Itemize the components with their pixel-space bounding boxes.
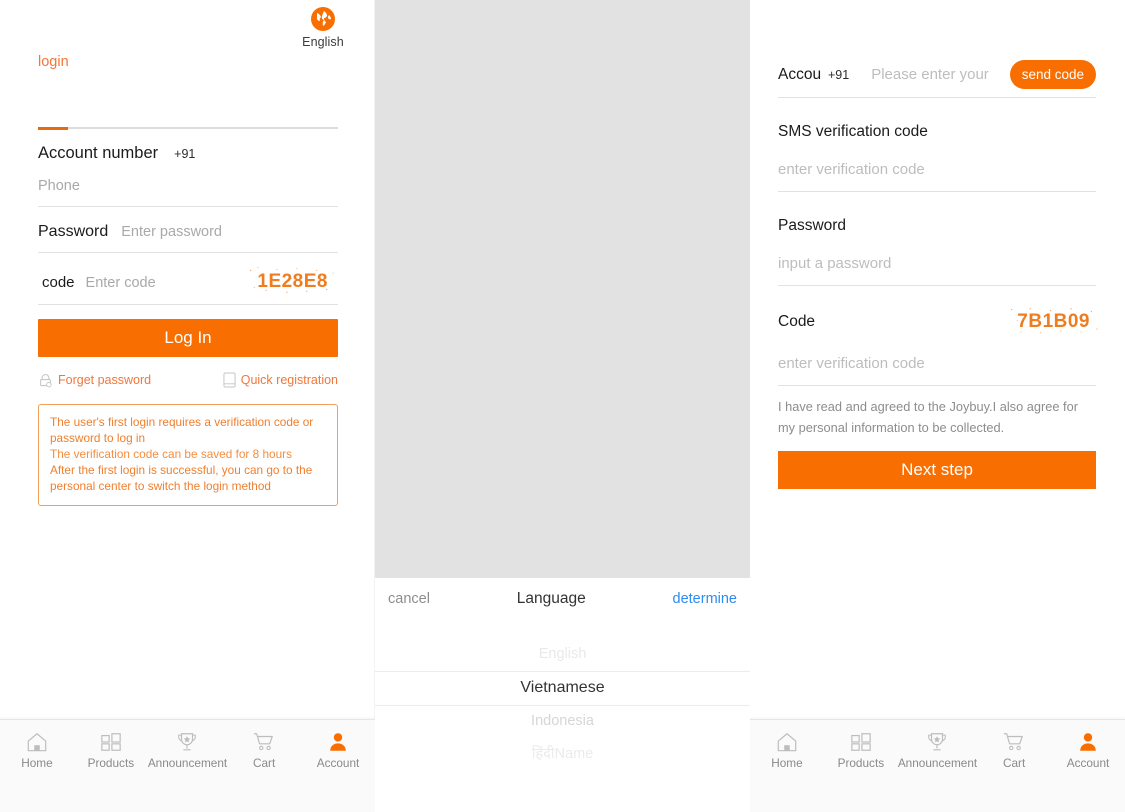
- tab-products-label: Products: [87, 756, 135, 770]
- account-row: Account number +91: [38, 134, 338, 165]
- screenshot-root: English login Account number +91 Phone P…: [0, 0, 1125, 812]
- home-icon: [777, 733, 797, 752]
- language-switcher[interactable]: English: [293, 6, 353, 49]
- tab-cart-label: Cart: [252, 756, 276, 770]
- tab-announcement-label: Announcement: [897, 756, 978, 770]
- code-label: code: [42, 273, 75, 291]
- panel-language-picker: English login Account number +91 Phone P…: [375, 0, 750, 812]
- cart-icon: [1004, 733, 1023, 751]
- tab-products[interactable]: Products: [824, 731, 898, 770]
- phone-field[interactable]: Phone: [38, 165, 338, 207]
- tab-cart-label: Cart: [1002, 756, 1026, 770]
- quick-registration-link[interactable]: Quick registration: [223, 372, 338, 388]
- register-account-label: Accou: [778, 65, 822, 83]
- note-line-1: The user's first login requires a verifi…: [50, 415, 314, 445]
- password-field[interactable]: Password Enter password: [38, 207, 338, 253]
- language-label: English: [302, 35, 344, 49]
- picker-toolbar: cancel Language determine: [375, 578, 750, 608]
- tab-home-label: Home: [21, 756, 53, 770]
- tab-products[interactable]: Products: [74, 731, 148, 770]
- account-label: Account number: [38, 144, 159, 162]
- bottom-tab-bar: Home Products Announcement Cart Account: [0, 719, 375, 812]
- tab-account-label: Account: [316, 756, 360, 770]
- forget-password-label: Forget password: [58, 373, 152, 387]
- tab-account[interactable]: Account: [1051, 731, 1125, 770]
- register-captcha-image[interactable]: 7B1B09: [1011, 308, 1098, 335]
- tab-announcement-label: Announcement: [147, 756, 228, 770]
- picker-option-english[interactable]: English: [375, 638, 750, 671]
- tab-account[interactable]: Account: [301, 731, 375, 770]
- register-account-row[interactable]: Accou +91 Please enter your send code: [778, 60, 1096, 98]
- picker-option-vietnamese[interactable]: Vietnamese: [375, 671, 750, 705]
- login-form: Account number +91 Phone Password Enter …: [38, 134, 338, 506]
- picker-cancel-button[interactable]: cancel: [388, 591, 430, 607]
- picker-selection-line-bottom: [375, 705, 750, 706]
- mobile-phone-icon: [223, 372, 236, 388]
- picker-option-indonesia[interactable]: Indonesia: [375, 705, 750, 738]
- login-note-box: The user's first login requires a verifi…: [38, 404, 338, 506]
- page-title: login: [38, 54, 69, 70]
- quick-registration-label: Quick registration: [240, 373, 338, 387]
- picker-selection-line-top: [375, 671, 750, 672]
- tab-cart[interactable]: Cart: [227, 731, 301, 770]
- send-code-button[interactable]: send code: [1009, 60, 1096, 89]
- lock-icon: [40, 373, 52, 387]
- code-field[interactable]: code Enter code 1E28E8: [38, 253, 338, 305]
- phone-placeholder: Phone: [38, 178, 80, 194]
- sms-code-field[interactable]: enter verification code: [778, 141, 1096, 192]
- panel-register: Accou +91 Please enter your send code SM…: [750, 0, 1125, 812]
- globe-icon: [311, 7, 335, 31]
- agreement-text: I have read and agreed to the Joybuy.I a…: [778, 399, 1078, 435]
- home-icon: [27, 733, 47, 752]
- register-country-code[interactable]: +91: [828, 68, 849, 82]
- register-code-row: Code 7B1B09: [778, 286, 1098, 335]
- code-placeholder: Enter code: [85, 274, 156, 291]
- modal-overlay[interactable]: [375, 0, 750, 578]
- country-code[interactable]: +91: [174, 147, 195, 161]
- trophy-icon: [928, 733, 947, 751]
- trophy-icon: [178, 733, 197, 751]
- note-line-2: The verification code can be saved for 8…: [50, 447, 292, 461]
- tab-announcement[interactable]: Announcement: [148, 731, 227, 770]
- tab-products-label: Products: [837, 756, 885, 770]
- tab-home[interactable]: Home: [750, 731, 824, 770]
- tab-cart[interactable]: Cart: [977, 731, 1051, 770]
- tab-indicator-active: [38, 127, 68, 130]
- tab-indicator-track: [38, 127, 338, 130]
- next-step-button[interactable]: Next step: [778, 451, 1096, 489]
- grid-icon: [851, 733, 871, 751]
- tab-account-label: Account: [1066, 756, 1110, 770]
- captcha-image[interactable]: 1E28E8: [250, 267, 335, 295]
- captcha-text: 1E28E8: [257, 271, 328, 292]
- register-code-field[interactable]: enter verification code: [778, 335, 1096, 386]
- helper-links: Forget password Quick registration: [38, 372, 338, 388]
- grid-icon: [101, 733, 121, 751]
- password-label: Password: [38, 223, 109, 240]
- cart-icon: [254, 733, 273, 751]
- register-captcha-text: 7B1B09: [1017, 311, 1090, 332]
- sms-code-label: SMS verification code: [778, 123, 928, 140]
- panel-login: English login Account number +91 Phone P…: [0, 0, 375, 812]
- register-form: Accou +91 Please enter your send code SM…: [778, 60, 1098, 489]
- login-button[interactable]: Log In: [38, 319, 338, 357]
- picker-title: Language: [516, 590, 586, 607]
- tab-announcement[interactable]: Announcement: [898, 731, 977, 770]
- note-line-3: After the first login is successful, you…: [50, 463, 313, 493]
- bottom-tab-bar: Home Products Announcement Cart Account: [750, 719, 1125, 812]
- tab-home-label: Home: [771, 756, 803, 770]
- picker-determine-button[interactable]: determine: [673, 591, 737, 607]
- tab-home[interactable]: Home: [0, 731, 74, 770]
- picker-options-list[interactable]: English Vietnamese Indonesia हिंदीName: [375, 638, 750, 771]
- register-password-label: Password: [778, 217, 847, 234]
- forget-password-link[interactable]: Forget password: [38, 373, 151, 388]
- person-icon: [330, 733, 346, 751]
- register-password-field[interactable]: input a password: [778, 235, 1096, 286]
- password-placeholder: Enter password: [121, 224, 222, 240]
- picker-option-hindi[interactable]: हिंदीName: [375, 738, 750, 771]
- person-icon: [1080, 733, 1096, 751]
- register-code-label: Code: [778, 313, 816, 330]
- language-picker-sheet: cancel Language determine English Vietna…: [375, 578, 750, 812]
